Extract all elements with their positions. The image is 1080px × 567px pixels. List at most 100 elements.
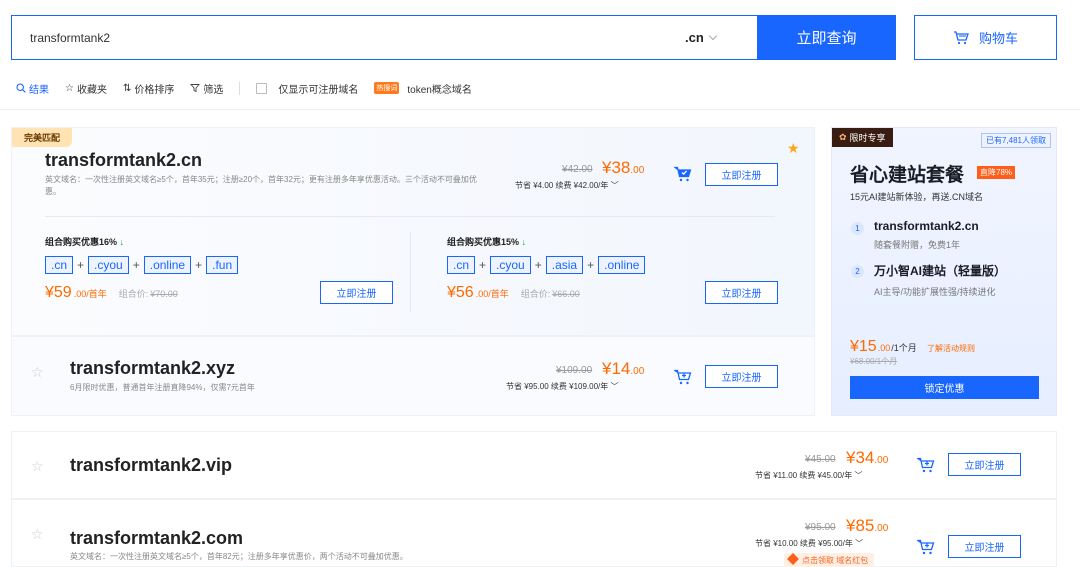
promo-item-number: 2 — [851, 265, 864, 278]
add-cart-icon[interactable] — [917, 539, 935, 555]
exact-match-tag: 完美匹配 — [12, 128, 73, 147]
bundle-price-int: ¥56 — [447, 284, 474, 301]
promo-item-title: transformtank2.cn — [874, 219, 979, 233]
save-renew-text: 节省 ¥11.00 续费 ¥45.00/年 — [755, 471, 853, 480]
tab-favorites[interactable]: ☆ 收藏夹 — [65, 81, 107, 96]
cart-label: 购物车 — [978, 31, 1018, 46]
red-packet-badge[interactable]: 点击领取 域名红包 — [784, 553, 875, 567]
chevron-down-icon — [708, 31, 718, 41]
save-renew-text: 节省 ¥10.00 续费 ¥95.00/年 — [755, 539, 853, 548]
bundle-price: ¥56 .00/首年 组合价: ¥66.00 — [447, 284, 580, 302]
filter-label: 筛选 — [203, 84, 224, 96]
promo-item-number: 1 — [851, 222, 864, 235]
promo-tag: ✿ 限时专享 — [832, 128, 893, 147]
bundle-vdivider — [410, 232, 411, 312]
promo-item-sub: 随套餐附赠，免费1年 — [874, 240, 961, 250]
down-arrow-icon: ↓ — [119, 237, 125, 247]
bundle-register-button[interactable]: 立即注册 — [705, 281, 778, 304]
suffix-select[interactable]: .cn — [685, 16, 757, 59]
save-renew-line[interactable]: 节省 ¥4.00 续费 ¥42.00/年 ﹀ — [515, 180, 619, 191]
new-price-int: ¥34 — [846, 448, 875, 467]
save-renew-line[interactable]: 节省 ¥10.00 续费 ¥95.00/年 ﹀ — [755, 538, 863, 549]
domain-name: transformtank2.com — [70, 528, 244, 548]
tld-chip: .asia — [545, 256, 584, 274]
domain-row: ☆ transformtank2.xyz 6月限时优惠，普通首年注册直降94%，… — [11, 336, 815, 416]
register-button[interactable]: 立即注册 — [948, 535, 1021, 558]
bundle-ref-price: ¥70.00 — [150, 289, 178, 299]
save-renew-text: 节省 ¥4.00 续费 ¥42.00/年 — [515, 181, 609, 190]
bundle-title-text: 组合购买优惠15% — [447, 237, 520, 247]
promo-price-dec: .00 — [877, 343, 891, 353]
search-box[interactable]: .cn — [11, 15, 757, 60]
exact-match-card: 完美匹配 ★ transformtank2.cn 英文域名：一次性注册英文域名≥… — [11, 127, 815, 336]
search-input[interactable] — [12, 16, 685, 59]
new-price-int: ¥14 — [602, 359, 631, 378]
search-button[interactable]: 立即查询 — [757, 15, 896, 60]
sort-icon: ⇅ — [122, 82, 132, 94]
bundle-title: 组合购买优惠15% ↓ — [447, 235, 526, 248]
tld-chip: .online — [598, 256, 646, 274]
tld-chip: .cyou — [88, 256, 129, 274]
only-registrable-checkbox[interactable] — [256, 82, 268, 94]
domain-name: transformtank2.vip — [70, 455, 233, 475]
filter-button[interactable]: 筛选 — [190, 81, 223, 96]
bundle-title: 组合购买优惠16% ↓ — [45, 235, 124, 248]
bundle-ref-price: ¥66.00 — [552, 289, 580, 299]
promo-price: ¥15.00/1个月 — [850, 338, 917, 356]
tld-chip: .cn — [447, 256, 476, 274]
toolbar-divider-line — [0, 109, 1080, 110]
bundle-tld-row: .cn + .cyou + .online + .fun — [45, 256, 239, 274]
promo-title: 省心建站套餐 — [850, 165, 965, 186]
token-concept-label: token概念域名 — [407, 84, 472, 96]
star-outline-icon[interactable]: ☆ — [31, 364, 44, 381]
register-button[interactable]: 立即注册 — [705, 163, 778, 186]
new-price: ¥38.00 — [602, 158, 644, 178]
only-registrable-toggle[interactable]: 仅显示可注册域名 — [256, 81, 358, 96]
token-concept-link[interactable]: 热搜词 token概念域名 — [374, 81, 472, 96]
tld-chip: .online — [143, 256, 192, 274]
cart-button[interactable]: 购物车 — [914, 15, 1057, 60]
promo-claimed-count: 已有7,481人领取 — [980, 133, 1051, 148]
promo-tag-label: 限时专享 — [849, 133, 886, 143]
register-button[interactable]: 立即注册 — [705, 365, 778, 388]
sort-price-label: 价格排序 — [134, 84, 175, 96]
domain-desc: 6月限时优惠，普通首年注册直降94%，仅需7元首年 — [70, 383, 255, 392]
bundle-divider — [45, 216, 775, 217]
bundle-price-unit: .00/首年 — [73, 289, 107, 299]
promo-item-sub: AI主导/功能扩展性强/持续进化 — [874, 287, 996, 297]
sort-price-button[interactable]: ⇅ 价格排序 — [123, 81, 174, 96]
star-filled-icon[interactable]: ★ — [787, 140, 800, 157]
tld-chip: .cyou — [490, 256, 531, 274]
star-outline-icon: ☆ — [65, 82, 74, 94]
save-renew-line[interactable]: 节省 ¥11.00 续费 ¥45.00/年 ﹀ — [755, 470, 862, 481]
promo-item-title: 万小智AI建站（轻量版） — [874, 264, 1007, 278]
new-price-dec: .00 — [630, 366, 645, 377]
domain-name: transformtank2.xyz — [70, 358, 236, 378]
tab-results-label: 结果 — [29, 84, 49, 96]
bundle-ref-label: 组合价: — [520, 289, 551, 299]
new-price-dec: .00 — [630, 165, 645, 176]
register-button[interactable]: 立即注册 — [948, 453, 1021, 476]
save-renew-line[interactable]: 节省 ¥95.00 续费 ¥109.00/年 ﹀ — [506, 381, 619, 392]
new-price-dec: .00 — [874, 523, 889, 534]
tab-results[interactable]: 结果 — [16, 81, 49, 96]
cart-filled-icon[interactable] — [674, 166, 692, 182]
add-cart-icon[interactable] — [917, 457, 935, 473]
promo-panel: ✿ 限时专享 已有7,481人领取 省心建站套餐 直降78% 15元AI建站新体验… — [831, 127, 1057, 416]
save-renew-text: 节省 ¥95.00 续费 ¥109.00/年 — [506, 382, 609, 391]
tld-chip: .fun — [206, 256, 239, 274]
star-outline-icon[interactable]: ☆ — [31, 458, 44, 475]
bundle-price: ¥59 .00/首年 组合价: ¥70.00 — [45, 284, 178, 302]
promo-price-int: ¥15 — [850, 338, 877, 355]
tld-chip: .cn — [45, 256, 74, 274]
bundle-ref-label: 组合价: — [118, 289, 149, 299]
bundle-register-button[interactable]: 立即注册 — [320, 281, 393, 304]
old-price: ¥42.00 — [562, 164, 593, 175]
lock-offer-button[interactable]: 锁定优惠 — [850, 376, 1039, 399]
promo-rules-link[interactable]: 了解活动规则 — [927, 343, 975, 354]
add-cart-icon[interactable] — [674, 369, 692, 385]
old-price: ¥45.00 — [805, 454, 836, 465]
chevron-down-icon: ﹀ — [854, 471, 863, 480]
new-price-dec: .00 — [874, 455, 889, 466]
star-outline-icon[interactable]: ☆ — [31, 526, 44, 543]
